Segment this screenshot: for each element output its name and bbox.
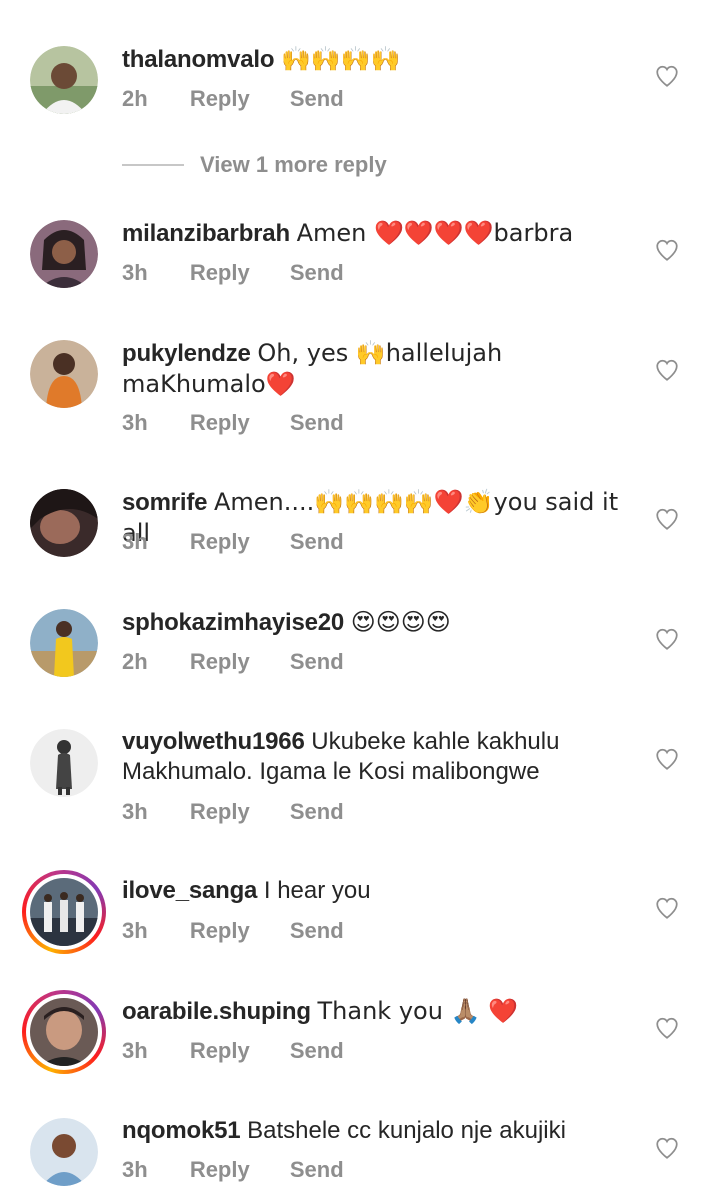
reply-button[interactable]: Reply (190, 799, 250, 825)
avatar-inner (26, 874, 102, 950)
avatar-image (30, 729, 98, 797)
avatar-image (30, 220, 98, 288)
comment-time: 3h (122, 1157, 148, 1182)
comment-username[interactable]: ilove_sanga (122, 877, 257, 904)
send-button[interactable]: Send (290, 649, 344, 675)
comment-body: pukylendze Oh, yes 🙌hallelujah maKhumalo… (122, 338, 622, 400)
comment-body: oarabile.shuping Thank you 🙏🏽 ❤️ (122, 996, 622, 1027)
like-heart-icon[interactable] (654, 895, 680, 921)
comment-text: I hear you (263, 877, 371, 904)
avatar-image (30, 998, 98, 1066)
avatar-image (30, 489, 98, 557)
comment-username[interactable]: sphokazimhayise20 (122, 609, 344, 636)
reply-button[interactable]: Reply (190, 410, 250, 436)
comment-meta: 3h Reply Send (122, 918, 378, 944)
comment-username[interactable]: oarabile.shuping (122, 998, 311, 1025)
like-heart-icon[interactable] (654, 506, 680, 532)
avatar[interactable] (30, 220, 98, 288)
avatar-image (30, 46, 98, 114)
reply-button[interactable]: Reply (190, 529, 250, 555)
comment-time: 2h (122, 86, 148, 111)
comment-meta: 3h Reply Send (122, 1038, 378, 1064)
comment-body: vuyolwethu1966 Ukubeke kahle kakhulu Mak… (122, 727, 622, 787)
send-button[interactable]: Send (290, 529, 344, 555)
like-heart-icon[interactable] (654, 746, 680, 772)
comment-body: ilove_sanga I hear you (122, 876, 622, 906)
comment-text: Amen ❤️❤️❤️❤️barbra (296, 219, 574, 247)
send-button[interactable]: Send (290, 86, 344, 112)
view-more-replies-label: View 1 more reply (200, 152, 387, 177)
reply-button[interactable]: Reply (190, 1038, 250, 1064)
like-heart-icon[interactable] (654, 1015, 680, 1041)
send-button[interactable]: Send (290, 918, 344, 944)
comment-text: 😍😍😍😍 (350, 608, 451, 636)
comment-username[interactable]: nqomok51 (122, 1117, 241, 1144)
comment-username[interactable]: pukylendze (122, 340, 251, 367)
send-button[interactable]: Send (290, 1038, 344, 1064)
comment-text: Batshele cc kunjalo nje akujiki (247, 1117, 566, 1144)
reply-button[interactable]: Reply (190, 918, 250, 944)
comment-username[interactable]: somrife (122, 489, 207, 516)
reply-button[interactable]: Reply (190, 649, 250, 675)
comment-meta: 2h Reply Send (122, 649, 378, 675)
comment-time: 3h (122, 1038, 148, 1063)
comment-meta: 3h Reply Send (122, 410, 378, 436)
comment-body: sphokazimhayise20 😍😍😍😍 (122, 607, 622, 638)
avatar[interactable] (30, 46, 98, 114)
like-heart-icon[interactable] (654, 237, 680, 263)
like-heart-icon[interactable] (654, 626, 680, 652)
comment-time: 3h (122, 529, 148, 554)
comment-username[interactable]: vuyolwethu1966 (122, 728, 305, 755)
avatar-story-ring[interactable] (22, 990, 106, 1074)
avatar-image (30, 1118, 98, 1186)
reply-button[interactable]: Reply (190, 86, 250, 112)
comment-body: nqomok51 Batshele cc kunjalo nje akujiki (122, 1116, 622, 1146)
avatar[interactable] (30, 729, 98, 797)
like-heart-icon[interactable] (654, 63, 680, 89)
avatar-image (30, 609, 98, 677)
comment-time: 3h (122, 918, 148, 943)
comment-meta: 3h Reply Send (122, 1157, 378, 1183)
reply-button[interactable]: Reply (190, 1157, 250, 1183)
comment-meta: 2h Reply Send (122, 86, 378, 112)
avatar[interactable] (30, 340, 98, 408)
avatar[interactable] (30, 489, 98, 557)
avatar-inner (26, 994, 102, 1070)
comment-username[interactable]: milanzibarbrah (122, 220, 290, 247)
reply-button[interactable]: Reply (190, 260, 250, 286)
comment-meta: 3h Reply Send (122, 260, 378, 286)
comment-text: Thank you 🙏🏽 ❤️ (317, 997, 518, 1025)
divider-line (122, 164, 184, 166)
comment-time: 3h (122, 799, 148, 824)
view-more-replies[interactable]: View 1 more reply (122, 150, 387, 180)
avatar[interactable] (30, 1118, 98, 1186)
comment-username[interactable]: thalanomvalo (122, 46, 275, 73)
like-heart-icon[interactable] (654, 357, 680, 383)
comment-time: 2h (122, 649, 148, 674)
avatar-image (30, 878, 98, 946)
comment-body: milanzibarbrah Amen ❤️❤️❤️❤️barbra (122, 218, 622, 249)
avatar-story-ring[interactable] (22, 870, 106, 954)
comment-meta: 3h Reply Send (122, 529, 378, 555)
avatar-image (30, 340, 98, 408)
comment-meta: 3h Reply Send (122, 799, 378, 825)
comment-body: thalanomvalo 🙌🙌🙌🙌 (122, 44, 622, 75)
send-button[interactable]: Send (290, 799, 344, 825)
send-button[interactable]: Send (290, 1157, 344, 1183)
send-button[interactable]: Send (290, 410, 344, 436)
comment-text: 🙌🙌🙌🙌 (280, 45, 401, 73)
comment-time: 3h (122, 260, 148, 285)
send-button[interactable]: Send (290, 260, 344, 286)
comment-time: 3h (122, 410, 148, 435)
like-heart-icon[interactable] (654, 1135, 680, 1161)
avatar[interactable] (30, 609, 98, 677)
